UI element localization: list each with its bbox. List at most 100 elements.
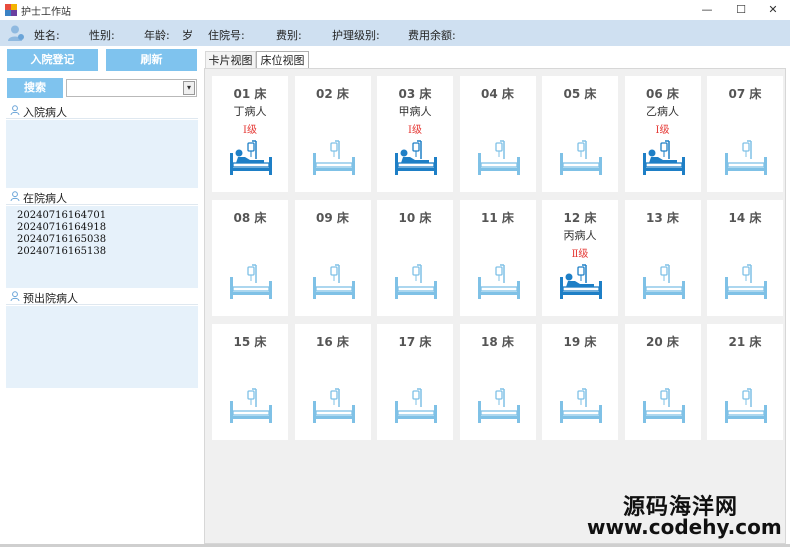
age-label: 年龄:: [144, 29, 170, 42]
in-hospital-list: 20240716164701 20240716164918 2024071616…: [6, 206, 198, 288]
bed-card[interactable]: 16 床: [294, 324, 371, 440]
tab-card-view[interactable]: 卡片视图: [205, 51, 256, 69]
bed-card[interactable]: 17 床: [377, 324, 453, 440]
bed-number: 03 床: [398, 87, 432, 101]
bed-card[interactable]: 08 床: [212, 200, 288, 316]
patient-name: 丁病人: [233, 105, 267, 118]
watermark-url: www.codehy.com: [587, 515, 782, 539]
pre-discharge-list: [6, 306, 198, 388]
bed-number: 12 床: [563, 211, 597, 225]
empty-bed-icon: [230, 388, 272, 423]
empty-bed-icon: [642, 264, 685, 299]
bed-number: 21 床: [728, 335, 762, 349]
app-icon: [5, 4, 17, 16]
refresh-button[interactable]: 刷新: [106, 49, 197, 71]
empty-bed-icon: [477, 388, 520, 423]
cost-type-label: 费别:: [276, 29, 302, 42]
empty-bed-icon: [395, 388, 437, 423]
patient-name: 甲病人: [398, 105, 432, 118]
patient-name: 丙病人: [563, 229, 597, 242]
search-button[interactable]: 搜索: [7, 78, 63, 98]
patient-info-bar: 姓名: 性别: 年龄: 岁 住院号: 费别: 护理级别: 费用余额:: [0, 20, 790, 46]
bed-card[interactable]: 11 床: [459, 200, 536, 316]
admit-register-button[interactable]: 入院登记: [7, 49, 98, 71]
section-admitting-title: 入院病人: [23, 106, 67, 119]
bed-number: 04 床: [481, 87, 514, 101]
section-in-hospital-header[interactable]: 在院病人: [6, 189, 198, 205]
search-combo[interactable]: ▾: [66, 79, 197, 97]
age-unit: 岁: [182, 29, 193, 42]
bed-card[interactable]: 09 床: [294, 200, 371, 316]
window-title: 护士工作站: [21, 7, 71, 18]
bed-number: 11 床: [481, 211, 514, 225]
admitting-list: [6, 120, 198, 188]
list-item[interactable]: 20240716164918: [17, 222, 106, 233]
user-avatar-icon: [8, 25, 24, 41]
chevron-down-icon[interactable]: ▾: [183, 81, 195, 95]
bed-card[interactable]: 19 床: [542, 324, 618, 440]
balance-label: 费用余额:: [408, 29, 456, 42]
bed-grid: 01 床丁病人 Ⅰ级 02 床 03 床甲病人 Ⅰ级 04 床 05 床 06 床乙病人 Ⅰ级 0…: [204, 68, 786, 544]
empty-bed-icon: [477, 140, 520, 175]
occupied-bed-icon: [560, 264, 602, 299]
list-item[interactable]: 20240716165138: [17, 246, 106, 257]
bed-number: 13 床: [646, 211, 679, 225]
empty-bed-icon: [642, 388, 685, 423]
gender-label: 性别:: [89, 29, 115, 42]
bed-number: 14 床: [728, 211, 762, 225]
bed-number: 06 床: [646, 87, 679, 101]
empty-bed-icon: [312, 140, 355, 175]
bed-card[interactable]: 20 床: [624, 324, 701, 440]
list-item[interactable]: 20240716164701: [17, 210, 106, 221]
maximize-button[interactable]: ☐: [724, 0, 758, 20]
bed-card[interactable]: 05 床: [542, 76, 618, 192]
section-admitting-header[interactable]: 入院病人: [6, 103, 198, 119]
close-button[interactable]: ✕: [756, 0, 790, 20]
minimize-button[interactable]: —: [690, 0, 724, 20]
bed-card[interactable]: 03 床甲病人 Ⅰ级: [377, 76, 453, 192]
occupied-bed-icon: [642, 140, 685, 175]
bed-card[interactable]: 06 床乙病人 Ⅰ级: [624, 76, 701, 192]
bed-number: 20 床: [646, 335, 679, 349]
bed-card[interactable]: 18 床: [459, 324, 536, 440]
patient-sidebar: 入院登记 刷新 搜索 ▾ 入院病人 在院病人 20240716164701 20…: [6, 48, 198, 540]
occupied-bed-icon: [230, 140, 272, 175]
bed-card[interactable]: 07 床: [707, 76, 783, 192]
empty-bed-icon: [395, 264, 437, 299]
bed-card[interactable]: 01 床丁病人 Ⅰ级: [212, 76, 288, 192]
bed-number: 05 床: [563, 87, 597, 101]
bed-card[interactable]: 14 床: [707, 200, 783, 316]
care-level-label: 护理级别:: [332, 29, 380, 42]
section-pre-discharge-header[interactable]: 预出院病人: [6, 289, 198, 305]
bed-number: 02 床: [316, 87, 349, 101]
bed-card[interactable]: 21 床: [707, 324, 783, 440]
search-row: 搜索 ▾: [6, 78, 198, 98]
patient-name: 乙病人: [646, 105, 679, 118]
bed-card[interactable]: 04 床: [459, 76, 536, 192]
empty-bed-icon: [725, 264, 767, 299]
inpatient-no-label: 住院号:: [208, 29, 245, 42]
bed-card[interactable]: 15 床: [212, 324, 288, 440]
bed-card[interactable]: 10 床: [377, 200, 453, 316]
bed-card[interactable]: 02 床: [294, 76, 371, 192]
care-level: Ⅰ级: [655, 125, 670, 136]
bed-card[interactable]: 12 床丙病人 Ⅱ级: [542, 200, 618, 316]
empty-bed-icon: [477, 264, 520, 299]
bed-number: 15 床: [233, 335, 267, 349]
bed-card[interactable]: 13 床: [624, 200, 701, 316]
empty-bed-icon: [312, 388, 355, 423]
bed-number: 08 床: [233, 211, 267, 225]
occupied-bed-icon: [395, 140, 437, 175]
empty-bed-icon: [725, 140, 767, 175]
list-item[interactable]: 20240716165038: [17, 234, 106, 245]
title-bar: 护士工作站 — ☐ ✕: [0, 0, 790, 20]
bed-number: 18 床: [481, 335, 514, 349]
bed-number: 09 床: [316, 211, 349, 225]
tab-bed-view[interactable]: 床位视图: [256, 51, 309, 69]
care-level: Ⅱ级: [571, 249, 589, 260]
bed-number: 01 床: [233, 87, 267, 101]
section-in-hospital-title: 在院病人: [23, 192, 67, 205]
empty-bed-icon: [312, 264, 355, 299]
care-level: Ⅰ级: [408, 125, 422, 136]
bed-number: 07 床: [728, 87, 762, 101]
